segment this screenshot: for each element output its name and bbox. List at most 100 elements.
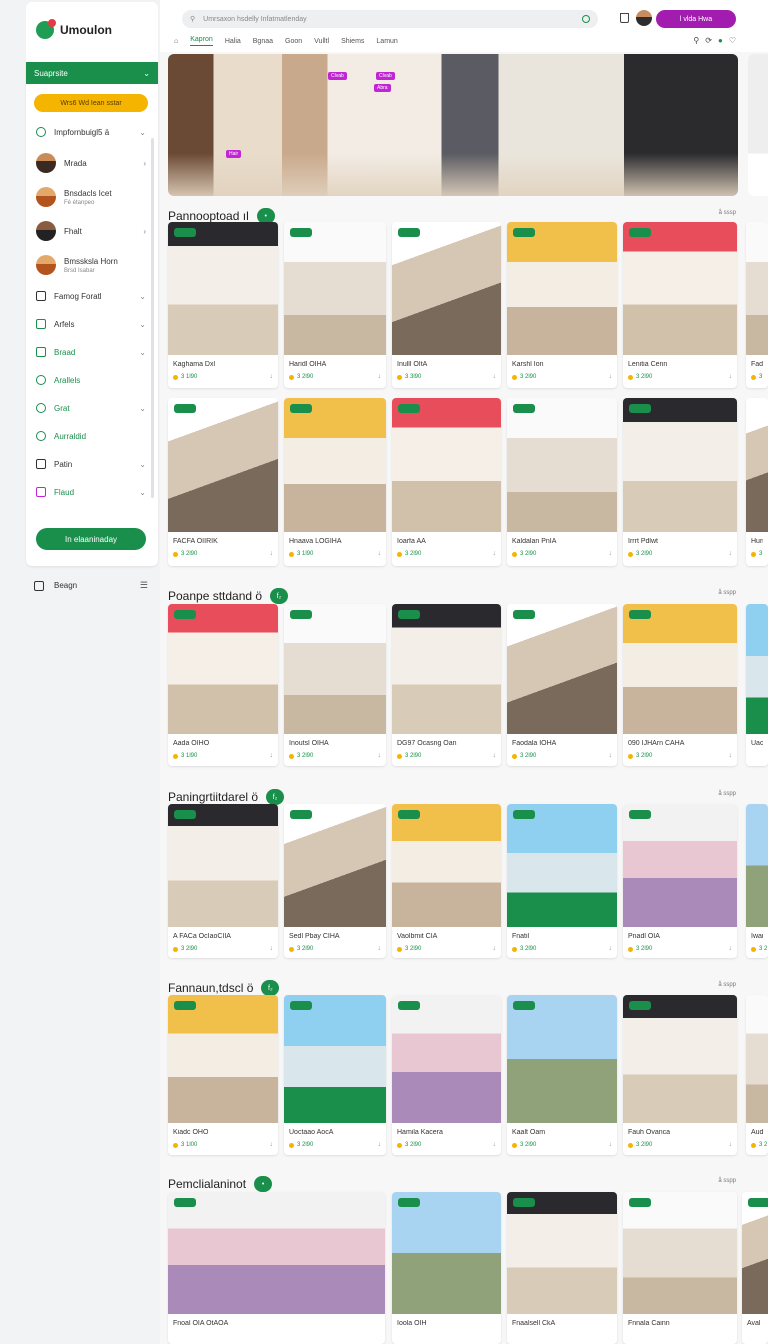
product-card[interactable]: Fnnala Cainn xyxy=(623,1192,737,1344)
tab[interactable]: Kapron xyxy=(190,36,213,46)
sidebar-item[interactable]: Arallels xyxy=(26,366,158,394)
download-icon[interactable]: ↓ xyxy=(729,945,733,952)
product-card[interactable]: Vaolbmit CIA 3 2l90 ↓ xyxy=(392,804,501,958)
tab[interactable]: Shiems xyxy=(341,38,364,45)
product-card[interactable]: Hurr 3 xyxy=(746,398,768,566)
sidebar-item[interactable]: Arfels ⌄ xyxy=(26,310,158,338)
sidebar-item[interactable]: Impfornbuigl5 ä ⌄ xyxy=(26,118,158,146)
sidebar-footer[interactable]: Beagn ☰ xyxy=(34,580,148,591)
download-icon[interactable]: ↓ xyxy=(609,945,613,952)
product-card[interactable]: Sedl Pbay CIHA 3 2l90 ↓ xyxy=(284,804,386,958)
refresh-icon[interactable]: ⟳ xyxy=(705,36,712,45)
tab[interactable]: Goon xyxy=(285,38,302,45)
brand[interactable]: Umoulon xyxy=(26,2,158,58)
tab[interactable]: Vulltl xyxy=(314,38,329,45)
tab[interactable]: Bgnaa xyxy=(253,38,273,45)
sidebar-item[interactable]: Bmssksla Horn Brsd Isabar xyxy=(26,248,158,282)
product-card[interactable]: Fnoal OIA OtAOA xyxy=(168,1192,385,1344)
product-card[interactable]: Hamila Kacera 3 2l90 ↓ xyxy=(392,995,501,1155)
download-icon[interactable]: ↓ xyxy=(378,550,382,557)
download-icon[interactable]: ↓ xyxy=(729,752,733,759)
product-card[interactable]: Ioola OIH xyxy=(392,1192,501,1344)
bag-icon[interactable] xyxy=(620,13,629,23)
hero-next-preview[interactable] xyxy=(748,54,768,196)
download-icon[interactable]: ↓ xyxy=(729,373,733,380)
product-card[interactable]: Fnatil 3 2l90 ↓ xyxy=(507,804,617,958)
section-count-badge[interactable]: f₂ xyxy=(270,588,289,604)
sidebar-item[interactable]: Flaud ⌄ xyxy=(26,478,158,506)
sidebar-header[interactable]: Suaprsite ⌄ xyxy=(26,62,158,84)
download-icon[interactable]: ↓ xyxy=(729,1141,733,1148)
product-card[interactable]: Fauh Ovanca 3 2l90 ↓ xyxy=(623,995,737,1155)
product-card[interactable]: Kaalt Oam 3 2l90 ↓ xyxy=(507,995,617,1155)
product-card[interactable]: Karshl Ion 3 2l90 ↓ xyxy=(507,222,617,388)
sidebar-cta-button[interactable]: Wrs6 Wd Iean sstar xyxy=(34,94,148,112)
download-icon[interactable]: ↓ xyxy=(609,752,613,759)
sidebar-item[interactable]: Patin ⌄ xyxy=(26,450,158,478)
sidebar-item[interactable]: Grat ⌄ xyxy=(26,394,158,422)
section-count-badge[interactable]: f₂ xyxy=(266,789,285,805)
download-icon[interactable]: ↓ xyxy=(729,550,733,557)
menu-icon[interactable]: ☰ xyxy=(140,580,148,591)
download-icon[interactable]: ↓ xyxy=(609,1141,613,1148)
product-card[interactable]: Auda 3 2 xyxy=(746,995,768,1155)
download-icon[interactable]: ↓ xyxy=(270,550,274,557)
product-card[interactable]: Uoctaao AocA 3 2l90 ↓ xyxy=(284,995,386,1155)
download-icon[interactable]: ↓ xyxy=(609,373,613,380)
product-card[interactable]: Iwar 3 2 xyxy=(746,804,768,958)
download-icon[interactable]: ↓ xyxy=(270,752,274,759)
status-icon[interactable]: ● xyxy=(718,36,723,45)
download-icon[interactable]: ↓ xyxy=(493,550,497,557)
product-card[interactable]: Lenitia Cenn 3 2l90 ↓ xyxy=(623,222,737,388)
search-submit-icon[interactable] xyxy=(582,15,590,23)
product-card[interactable]: Kaldalan PnIA 3 2l90 ↓ xyxy=(507,398,617,566)
sidebar-item[interactable]: Aurraldid xyxy=(26,422,158,450)
sidebar-item[interactable]: Braad ⌄ xyxy=(26,338,158,366)
download-icon[interactable]: ↓ xyxy=(378,1141,382,1148)
download-icon[interactable]: ↓ xyxy=(493,752,497,759)
product-card[interactable]: Kiadc OHO 3 1l00 ↓ xyxy=(168,995,278,1155)
product-card[interactable]: Kaghama Dxl 3 1l90 ↓ xyxy=(168,222,278,388)
user-avatar[interactable] xyxy=(636,10,652,26)
product-card[interactable]: Aval xyxy=(742,1192,768,1344)
tab[interactable]: Halia xyxy=(225,38,241,45)
search-icon[interactable]: ⚲ xyxy=(693,36,699,45)
sidebar-item[interactable]: Bnsdacls Icet Fé étanpeo xyxy=(26,180,158,214)
product-card[interactable]: Hnaava LOGIHA 3 1l90 ↓ xyxy=(284,398,386,566)
product-card[interactable]: A FACa OcIaoCIIA 3 2l90 ↓ xyxy=(168,804,278,958)
primary-button[interactable]: l vlda Hwa xyxy=(656,10,736,28)
section-count-badge[interactable]: • xyxy=(254,1176,273,1192)
product-card[interactable]: Fnaalsell CkA xyxy=(507,1192,617,1344)
section-sort-control[interactable]: å sssp xyxy=(719,210,736,216)
product-card[interactable]: Fadr 3 xyxy=(746,222,768,388)
download-icon[interactable]: ↓ xyxy=(378,373,382,380)
product-card[interactable]: 090 IJHArn CAHA 3 2l90 ↓ xyxy=(623,604,737,766)
section-sort-control[interactable]: å sspp xyxy=(718,982,736,988)
product-card[interactable]: Haridl OIHA 3 2l90 ↓ xyxy=(284,222,386,388)
sidebar-scrollbar[interactable] xyxy=(151,138,154,498)
download-icon[interactable]: ↓ xyxy=(493,1141,497,1148)
sidebar-item[interactable]: Fhalt › xyxy=(26,214,158,248)
product-card[interactable]: Aada OIHO 3 1l90 ↓ xyxy=(168,604,278,766)
product-card[interactable]: Irrrt Pdlwt 3 2l90 ↓ xyxy=(623,398,737,566)
download-icon[interactable]: ↓ xyxy=(378,945,382,952)
download-icon[interactable]: ↓ xyxy=(270,373,274,380)
product-card[interactable]: Faodala IOHA 3 2l90 ↓ xyxy=(507,604,617,766)
product-card[interactable]: Pnadl OIA 3 2l90 ↓ xyxy=(623,804,737,958)
download-icon[interactable]: ↓ xyxy=(378,752,382,759)
download-icon[interactable]: ↓ xyxy=(493,945,497,952)
sidebar-item[interactable]: Famog Foratl ⌄ xyxy=(26,282,158,310)
home-icon[interactable]: ⌂ xyxy=(174,38,178,45)
sidebar-bottom-button[interactable]: In elaaninaday xyxy=(36,528,146,550)
search-bar[interactable]: ⚲ Umrsaxon hsdelly Infatmatlenday xyxy=(182,10,598,28)
product-card[interactable]: DG97 Ocasng Oan 3 2l90 ↓ xyxy=(392,604,501,766)
download-icon[interactable]: ↓ xyxy=(270,1141,274,1148)
download-icon[interactable]: ↓ xyxy=(609,550,613,557)
section-sort-control[interactable]: å sspp xyxy=(718,1178,736,1184)
product-card[interactable]: Uaou xyxy=(746,604,768,766)
section-sort-control[interactable]: å sspp xyxy=(718,791,736,797)
download-icon[interactable]: ↓ xyxy=(270,945,274,952)
hero-banner[interactable]: Clvab Clvab Abra Hair xyxy=(168,54,738,196)
product-card[interactable]: Inulll OItA 3 3l90 ↓ xyxy=(392,222,501,388)
product-card[interactable]: FACFA OIIRIK 3 2l90 ↓ xyxy=(168,398,278,566)
